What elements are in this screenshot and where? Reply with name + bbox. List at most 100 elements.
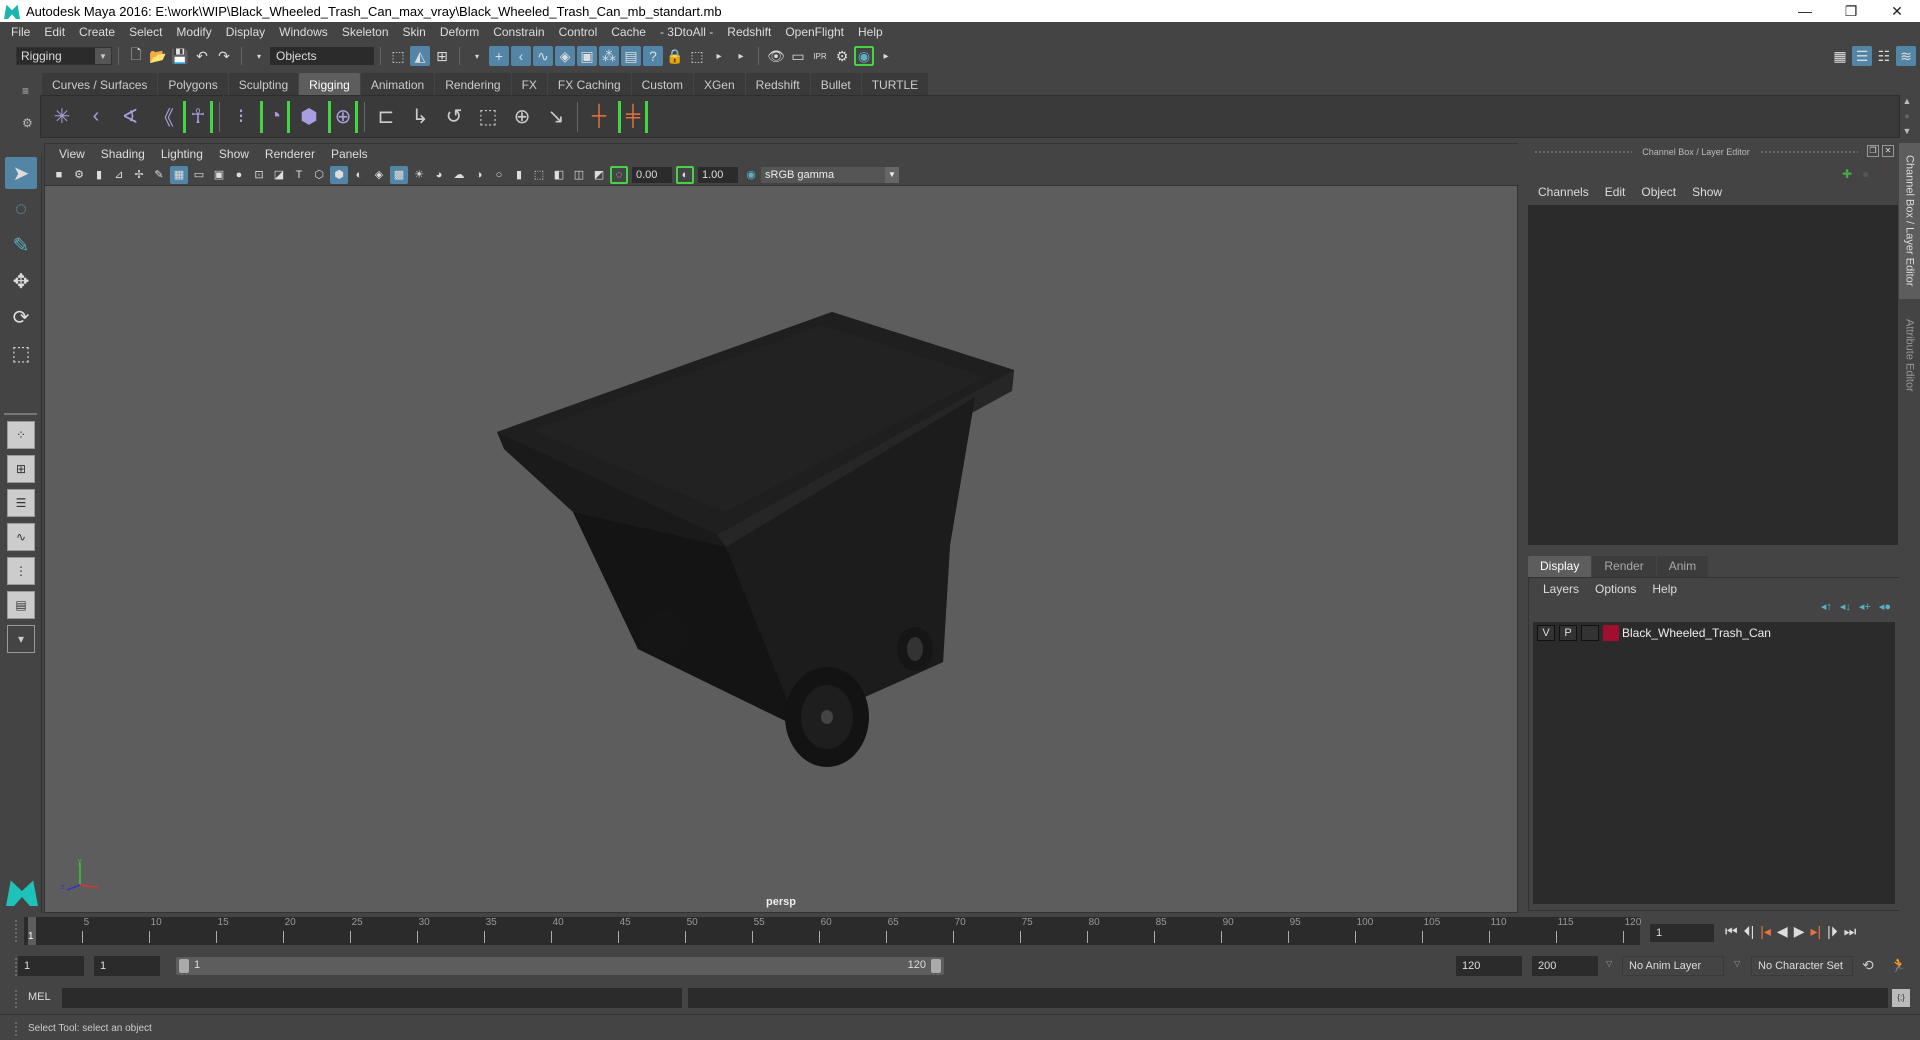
animation-end-field[interactable]: 200 (1532, 956, 1598, 976)
menu-openflight[interactable]: OpenFlight (778, 22, 851, 43)
dropdown-arrow-icon[interactable]: ▾ (467, 46, 487, 66)
new-scene-icon[interactable]: 🗋 (126, 46, 146, 66)
channel-box-area[interactable] (1528, 205, 1898, 545)
humanik-icon[interactable]: ☥ (183, 100, 213, 133)
select-by-object-icon[interactable]: ◭ (410, 46, 430, 66)
layer-color-swatch[interactable] (1603, 625, 1619, 641)
range-slider[interactable]: 1 120 (176, 957, 944, 975)
time-slider-track[interactable]: 5 10 15 20 25 30 35 40 45 50 55 60 65 70 75 80 85 90 95 100… (24, 917, 1641, 945)
channel-box-toggle-icon[interactable]: ≋ (1896, 46, 1916, 66)
film-gate-icon[interactable]: ▭ (190, 166, 208, 184)
tab-anim[interactable]: Anim (1656, 556, 1709, 577)
image-plane-icon[interactable]: ⊿ (110, 166, 128, 184)
script-editor-icon[interactable]: {;} (1892, 989, 1910, 1007)
select-camera-icon[interactable]: ■ (50, 166, 68, 184)
shelf-settings-icon[interactable]: ⚙ (22, 116, 33, 130)
close-panel-icon[interactable]: ✕ (1882, 145, 1894, 157)
menu-display[interactable]: Display (219, 22, 272, 43)
ik-handle-icon[interactable]: ∢ (115, 101, 145, 133)
tab-rigging[interactable]: Rigging (299, 73, 360, 95)
step-forward-key-icon[interactable]: ▸| (1810, 923, 1821, 940)
tab-polygons[interactable]: Polygons (158, 73, 228, 95)
range-end-handle[interactable] (931, 959, 941, 973)
point-constraint-icon[interactable]: ↳ (405, 101, 435, 133)
layer-menu-help[interactable]: Help (1644, 582, 1685, 596)
restore-button[interactable]: ❐ (1828, 0, 1874, 22)
2d-pan-zoom-icon[interactable]: ✢ (130, 166, 148, 184)
channel-box-menu-show[interactable]: Show (1684, 185, 1730, 199)
viewport-menu-shading[interactable]: Shading (93, 147, 153, 161)
tab-turtle[interactable]: TURTLE (861, 73, 929, 95)
select-deformations-icon[interactable]: ▣ (577, 46, 597, 66)
safe-action-icon[interactable]: ◪ (270, 166, 288, 184)
orient-constraint-icon[interactable]: ↺ (439, 101, 469, 133)
new-layer-from-selected-icon[interactable]: ◂● (1879, 600, 1891, 613)
current-frame-field[interactable]: 1 (1650, 924, 1714, 942)
lattice-icon[interactable]: ⬢ (294, 101, 324, 133)
scale-tool-icon[interactable]: ⬚ (5, 337, 37, 369)
default-material-icon[interactable]: ◐ (350, 166, 368, 184)
anti-aliasing-icon[interactable]: ○ (490, 166, 508, 184)
paint-weights-icon[interactable]: ⁝ (226, 101, 256, 133)
persp-outliner-graph-layout-icon[interactable]: ▤ (7, 591, 35, 619)
menu-set-dropdown[interactable]: Rigging ▼ (16, 47, 112, 65)
scene-model-trash-can[interactable] (45, 187, 1517, 912)
move-layer-up-icon[interactable]: ◂↑ (1821, 600, 1832, 613)
menu-create[interactable]: Create (72, 22, 122, 43)
wireframe-on-shaded-icon[interactable]: ◈ (370, 166, 388, 184)
render-view-icon[interactable]: 👁 (766, 46, 786, 66)
tab-attribute-editor[interactable]: Attribute Editor (1899, 305, 1920, 405)
wireframe-icon[interactable]: ⬡ (310, 166, 328, 184)
tab-curves-surfaces[interactable]: Curves / Surfaces (42, 73, 158, 95)
menu-skeleton[interactable]: Skeleton (335, 22, 396, 43)
drag-grip[interactable] (1534, 150, 1633, 154)
character-set-dropdown[interactable]: No Character Set (1751, 956, 1853, 976)
camera-attributes-icon[interactable]: ⚙ (70, 166, 88, 184)
aim-constraint-icon[interactable]: ⊕ (507, 101, 537, 133)
select-rendering-icon[interactable]: ▤ (621, 46, 641, 66)
highlight-selection-icon[interactable]: ⬚ (687, 46, 707, 66)
gamma-icon[interactable]: ◐ (676, 165, 694, 184)
menu-edit[interactable]: Edit (37, 22, 72, 43)
menu-redshift[interactable]: Redshift (720, 22, 778, 43)
gamma-field[interactable]: 1.00 (698, 166, 738, 183)
xray-icon[interactable]: ◧ (550, 166, 568, 184)
shelf-scroll[interactable]: ▲ ● ▼ (1900, 96, 1914, 136)
move-tool-icon[interactable]: ✥ (5, 265, 37, 297)
rotate-tool-icon[interactable]: ⟳ (5, 301, 37, 333)
3d-viewport[interactable]: y x z persp (45, 187, 1517, 912)
render-settings-icon[interactable]: ⚙ (832, 46, 852, 66)
select-joints-icon[interactable]: ‹ (511, 46, 531, 66)
anim-layer-dropdown[interactable]: No Anim Layer (1622, 956, 1724, 976)
menu-modify[interactable]: Modify (169, 22, 218, 43)
use-all-lights-icon[interactable]: ☀ (410, 166, 428, 184)
depth-of-field-icon[interactable]: ▮ (510, 166, 528, 184)
select-handles-icon[interactable]: + (489, 46, 509, 66)
tab-display[interactable]: Display (1528, 556, 1592, 577)
manipulator-axis-icon[interactable]: ✚ (1842, 167, 1852, 181)
color-management-toggle-icon[interactable]: ◉ (742, 166, 760, 184)
resolution-gate-icon[interactable]: ▣ (210, 166, 228, 184)
create-joints-icon[interactable]: ✳ (47, 101, 77, 133)
attribute-editor-toggle-icon[interactable]: ☰ (1852, 46, 1872, 66)
drag-grip[interactable] (1759, 150, 1858, 154)
minimize-button[interactable]: — (1782, 0, 1828, 22)
tab-render[interactable]: Render (1592, 556, 1656, 577)
chevron-down-icon[interactable]: ▽ (1606, 959, 1612, 968)
redo-icon[interactable]: ↷ (214, 46, 234, 66)
layout-menu-icon[interactable]: ▾ (7, 625, 35, 653)
screen-space-ao-icon[interactable]: ☁ (450, 166, 468, 184)
save-scene-icon[interactable]: 💾 (170, 46, 190, 66)
go-to-end-icon[interactable]: ⏭ (1844, 923, 1857, 940)
tab-custom[interactable]: Custom (631, 73, 693, 95)
animation-preferences-icon[interactable]: 🏃 (1890, 957, 1907, 974)
scale-constraint-icon[interactable]: ⬚ (473, 101, 503, 133)
layer-playback-toggle[interactable]: P (1559, 625, 1577, 641)
cluster-icon[interactable]: ⊕ (328, 100, 358, 133)
tab-sculpting[interactable]: Sculpting (228, 73, 299, 95)
menu-3dtoall[interactable]: - 3DtoAll - (653, 22, 720, 43)
step-back-frame-icon[interactable]: ⏴| (1744, 923, 1755, 940)
select-dynamics-icon[interactable]: ⁂ (599, 46, 619, 66)
four-pane-layout-icon[interactable]: ⊞ (7, 455, 35, 483)
expand-arrow-icon[interactable]: ▸ (709, 46, 729, 66)
